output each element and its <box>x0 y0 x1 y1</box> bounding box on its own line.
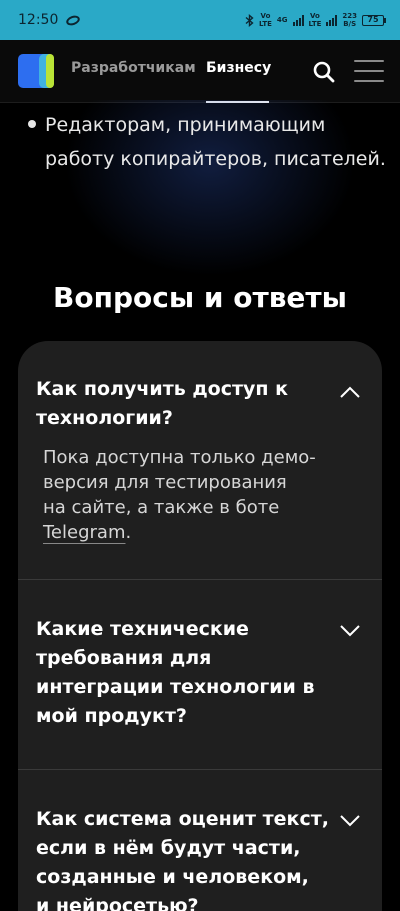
faq-accordion: Как получить доступ к технологии? Пока д… <box>18 341 382 911</box>
nav-business-link[interactable]: Бизнесу <box>206 60 271 76</box>
status-bar: 12:50 Vo LTE 4G Vo LTE 223 B/S 75 <box>0 0 400 40</box>
bullet-icon <box>28 120 36 128</box>
chevron-up-icon[interactable] <box>338 385 362 399</box>
network-type: 4G <box>276 16 288 24</box>
bluetooth-icon <box>245 13 254 27</box>
status-time: 12:50 <box>18 12 59 28</box>
logo-icon[interactable] <box>18 54 54 88</box>
faq-question[interactable]: Как получить доступ к технологии? <box>36 375 332 433</box>
telegram-link[interactable]: Telegram <box>43 522 125 543</box>
search-button[interactable] <box>312 60 336 84</box>
notification-icon <box>65 13 82 27</box>
search-icon <box>313 61 335 83</box>
data-speed: 223 B/S <box>342 12 357 28</box>
list-item-text: Редакторам, принимающим работу копирайте… <box>45 114 386 170</box>
battery-level: 75 <box>362 14 384 26</box>
top-nav: Разработчикам Бизнесу <box>0 40 400 103</box>
signal-icon <box>292 14 304 26</box>
battery-icon: 75 <box>362 14 386 26</box>
volte-indicator-2: Vo LTE <box>308 12 322 28</box>
hamburger-icon <box>354 60 384 62</box>
list-item: Редакторам, принимающим работу копирайте… <box>28 108 388 176</box>
menu-button[interactable] <box>354 58 384 84</box>
signal-icon-2 <box>326 14 338 26</box>
volte-indicator: Vo LTE <box>259 12 272 28</box>
faq-title: Вопросы и ответы <box>53 281 347 314</box>
faq-question[interactable]: Как система оценит текст, если в нём буд… <box>36 805 332 911</box>
faq-item: Как система оценит текст, если в нём буд… <box>18 770 382 911</box>
status-icons: Vo LTE 4G Vo LTE 223 B/S 75 <box>245 12 386 28</box>
chevron-down-icon[interactable] <box>338 814 362 828</box>
chevron-down-icon[interactable] <box>338 624 362 638</box>
faq-question[interactable]: Какие технические требования для интегра… <box>36 615 332 731</box>
faq-item: Какие технические требования для интегра… <box>18 580 382 770</box>
nav-developers-link[interactable]: Разработчикам <box>71 60 196 76</box>
faq-item: Как получить доступ к технологии? Пока д… <box>18 341 382 579</box>
faq-answer: Пока доступна только демо- версия для те… <box>43 447 316 543</box>
